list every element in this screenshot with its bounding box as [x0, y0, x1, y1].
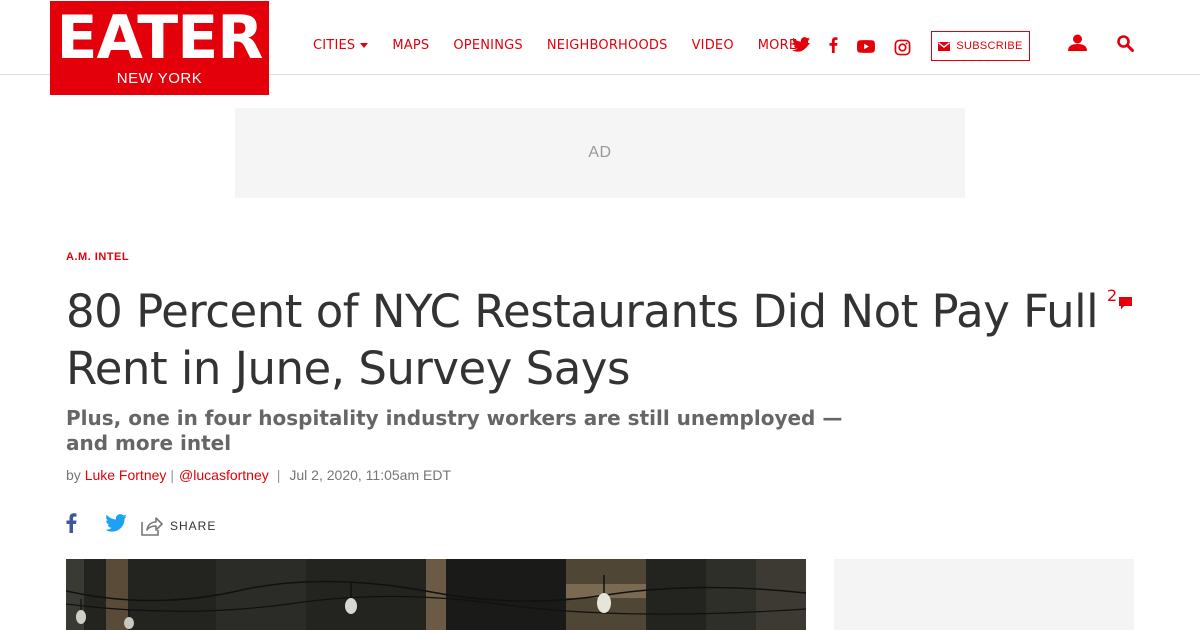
- byline: by Luke Fortney | @lucasfortney | Jul 2,…: [66, 467, 451, 483]
- share-icon[interactable]: [141, 516, 163, 536]
- subscribe-button[interactable]: SUBSCRIBE: [931, 31, 1030, 61]
- twitter-icon[interactable]: [792, 37, 810, 52]
- author-link[interactable]: Luke Fortney: [85, 467, 167, 483]
- facebook-icon[interactable]: [66, 513, 77, 538]
- search-icon[interactable]: [1117, 35, 1134, 57]
- nav-maps-label: MAPS: [392, 38, 430, 53]
- byline-separator: |: [276, 467, 281, 483]
- comment-icon: [1119, 297, 1133, 310]
- nav-openings-label: OPENINGS: [453, 38, 523, 53]
- nav-video-label: VIDEO: [691, 38, 734, 53]
- article-headline: 80 Percent of NYC Restaurants Did Not Pa…: [66, 285, 1099, 395]
- nav-openings[interactable]: OPENINGS: [453, 38, 523, 53]
- hero-image: [66, 559, 806, 630]
- author-twitter-link[interactable]: @lucasfortney: [179, 467, 269, 483]
- share-label[interactable]: SHARE: [170, 519, 216, 533]
- ad-banner[interactable]: AD: [235, 108, 965, 198]
- twitter-icon[interactable]: [105, 514, 127, 537]
- ad-label: AD: [588, 144, 612, 161]
- logo-wordmark: EATER: [56, 3, 264, 73]
- main-nav: CITIES MAPS OPENINGS NEIGHBORHOODS VIDEO…: [313, 38, 822, 53]
- subscribe-label: SUBSCRIBE: [956, 40, 1023, 52]
- site-header: EATER NEW YORK CITIES MAPS OPENINGS NEIG…: [0, 0, 1200, 95]
- byline-prefix: by: [66, 467, 81, 483]
- facebook-icon[interactable]: [829, 37, 838, 53]
- youtube-icon[interactable]: [857, 40, 875, 53]
- logo-city: NEW YORK: [116, 70, 203, 87]
- nav-cities[interactable]: CITIES: [313, 38, 369, 53]
- instagram-icon[interactable]: [894, 39, 911, 56]
- comments-link[interactable]: 2: [1107, 286, 1133, 310]
- publish-date: Jul 2, 2020, 11:05am EDT: [289, 467, 451, 483]
- comment-count: 2: [1107, 286, 1118, 305]
- nav-neighborhoods-label: NEIGHBORHOODS: [546, 38, 668, 53]
- article-dek: Plus, one in four hospitality industry w…: [66, 406, 843, 455]
- nav-cities-label: CITIES: [313, 38, 356, 53]
- nav-neighborhoods[interactable]: NEIGHBORHOODS: [547, 38, 668, 53]
- nav-video[interactable]: VIDEO: [692, 38, 734, 53]
- mail-icon: [938, 41, 951, 51]
- site-logo[interactable]: EATER NEW YORK: [50, 1, 269, 95]
- chevron-down-icon: [360, 43, 369, 48]
- byline-separator: |: [170, 467, 175, 483]
- article-kicker[interactable]: A.M. INTEL: [66, 251, 129, 263]
- user-icon[interactable]: [1068, 34, 1087, 56]
- nav-maps[interactable]: MAPS: [392, 38, 429, 53]
- sidebar-ad[interactable]: [834, 559, 1134, 630]
- share-bar: SHARE: [66, 513, 216, 538]
